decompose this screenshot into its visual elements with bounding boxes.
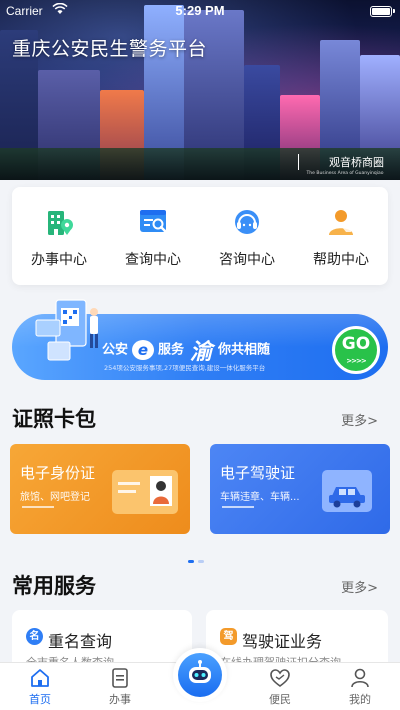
go-label: GO: [341, 334, 371, 354]
promo-banner[interactable]: 公安 e 服务渝你共相随 254项公安服务事项,27项便民查询,建设一体化服务平台 …: [12, 299, 388, 384]
promo-illustration: [26, 294, 108, 372]
e-logo-icon: e: [132, 340, 155, 360]
service-name: 驾驶证业务: [242, 632, 323, 651]
car-icon: [322, 470, 372, 512]
service-item-name-query[interactable]: 名 重名查询 全市重名人数查询: [12, 610, 192, 670]
services-more-link[interactable]: 更多>: [341, 577, 378, 596]
name-badge-icon: 名: [26, 628, 43, 645]
tab-convenience[interactable]: 便民: [250, 667, 310, 707]
battery-icon: [370, 6, 395, 17]
go-button[interactable]: GO >>>>: [332, 326, 380, 374]
promo-subtext: 254项公安服务事项,27项便民查询,建设一体化服务平台: [104, 364, 266, 372]
service-name: 重名查询: [48, 632, 113, 651]
section-title-cert-wallet: 证照卡包: [12, 407, 96, 431]
service-item-driving-license[interactable]: 驾 驾驶证业务 在线办理驾驶证扣分查询: [206, 610, 388, 670]
quick-item-help-center[interactable]: 帮助中心: [294, 187, 388, 285]
tab-label: 办事: [109, 693, 131, 706]
indicator-dot-active: [188, 560, 194, 563]
user-icon: [349, 667, 371, 689]
status-bar: Carrier 5:29 PM: [0, 0, 400, 22]
tab-label: 便民: [269, 693, 291, 706]
card-desc: 车辆违章、车辆...: [220, 492, 300, 503]
quick-menu: 办事中心 查询中心 咨询中心 帮助中心: [12, 187, 388, 285]
slogan-part: 公安: [102, 342, 129, 358]
slogan-part: 你共相随: [218, 342, 271, 358]
quick-item-label: 查询中心: [125, 252, 181, 268]
cert-more-link[interactable]: 更多>: [341, 410, 378, 429]
card-divider: [22, 506, 54, 508]
location-subtitle: The Business Area of Guanyinqiao: [307, 170, 384, 176]
headset-icon: [230, 205, 264, 239]
id-card-icon: [112, 470, 178, 514]
slogan-part: 服务: [158, 342, 185, 358]
quick-item-label: 帮助中心: [313, 252, 369, 268]
document-icon: [109, 667, 131, 689]
quick-item-service-center[interactable]: 办事中心: [12, 187, 106, 285]
location-caption: 观音桥商圈 The Business Area of Guanyinqiao: [298, 154, 384, 176]
tab-label: 我的: [349, 693, 371, 706]
clock: 5:29 PM: [175, 3, 225, 18]
heart-icon: [269, 667, 291, 689]
robot-icon: [178, 653, 222, 697]
helper-icon: [324, 205, 358, 239]
cert-carousel: 电子身份证 旅馆、网吧登记 电子驾驶证 车辆违章、车辆...: [10, 444, 390, 534]
app-title: 重庆公安民生警务平台: [12, 38, 208, 60]
quick-item-query-center[interactable]: 查询中心: [106, 187, 200, 285]
indicator-dot: [198, 560, 204, 563]
tab-home[interactable]: 首页: [10, 667, 70, 707]
license-badge-icon: 驾: [220, 628, 237, 645]
e-id-card[interactable]: 电子身份证 旅馆、网吧登记: [10, 444, 190, 534]
card-title: 电子驾驶证: [220, 464, 296, 482]
carousel-indicator: [188, 548, 218, 563]
e-driving-license-card[interactable]: 电子驾驶证 车辆违章、车辆...: [210, 444, 390, 534]
search-window-icon: [136, 205, 170, 239]
location-name: 观音桥商圈: [298, 154, 384, 170]
card-divider: [222, 506, 254, 508]
tab-services[interactable]: 办事: [90, 667, 150, 707]
hero-banner: Carrier 5:29 PM 重庆公安民生警务平台 观音桥商圈 The Bus…: [0, 0, 400, 180]
quick-item-label: 咨询中心: [219, 252, 275, 268]
robot-assistant-button[interactable]: [173, 648, 227, 702]
section-title-common-services: 常用服务: [12, 574, 96, 598]
tab-profile[interactable]: 我的: [330, 667, 390, 707]
card-desc: 旅馆、网吧登记: [20, 492, 90, 503]
go-arrows-icon: >>>>: [346, 357, 366, 365]
tab-label: 首页: [29, 693, 51, 706]
quick-item-consult-center[interactable]: 咨询中心: [200, 187, 294, 285]
quick-item-label: 办事中心: [31, 252, 87, 268]
card-title: 电子身份证: [20, 464, 96, 482]
home-icon: [29, 667, 51, 689]
building-pin-icon: [42, 205, 76, 239]
